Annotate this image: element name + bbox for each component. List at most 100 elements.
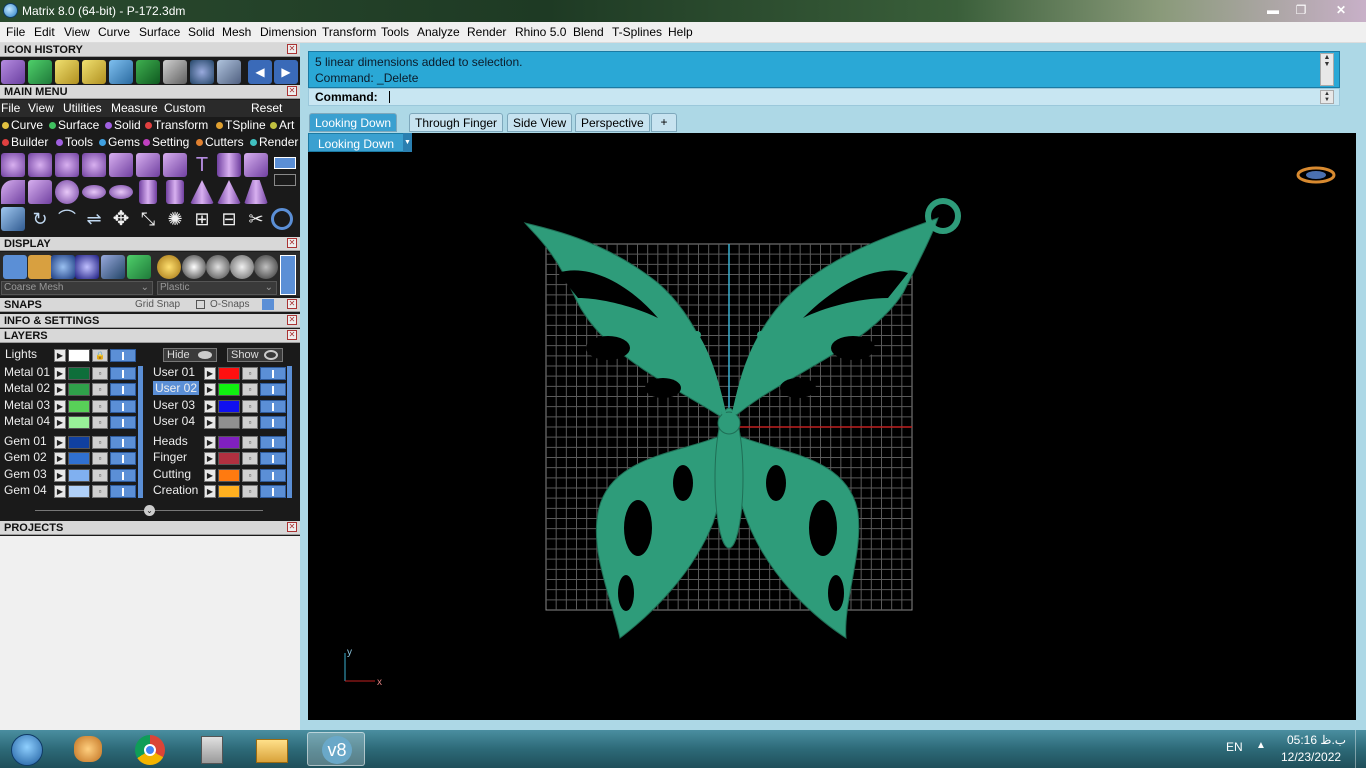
visibility-icon[interactable] [110,399,136,413]
layer-arrow-icon[interactable]: ▶ [54,367,66,380]
mirror-icon[interactable]: ⇌ [82,207,106,231]
scale-icon[interactable]: ⤡ [136,207,160,231]
mesh-select[interactable]: Coarse Mesh ⌄ [1,281,153,295]
layer-name[interactable]: User 02 [153,381,200,396]
layer-color-swatch[interactable] [218,452,240,466]
visibility-icon[interactable] [260,484,286,498]
menu-blend[interactable]: Blend [573,25,604,39]
layer-name[interactable]: Gem 04 [4,483,47,497]
lock-icon[interactable]: ▫ [92,399,108,413]
layer-name[interactable]: User 04 [153,414,195,428]
layer-color-swatch[interactable] [68,399,90,413]
layer-name[interactable]: Creation [153,483,198,497]
layer-name[interactable]: Gem 03 [4,467,47,481]
mm-builder[interactable]: Builder [2,135,48,149]
snaps-toggle-icon[interactable] [262,299,274,310]
split-icon[interactable]: ⊟ [217,207,241,231]
curve-points-icon[interactable] [28,153,52,177]
text-icon[interactable]: T [190,153,214,177]
menu-curve[interactable]: Curve [98,25,130,39]
lock-icon[interactable]: ▫ [92,367,108,380]
visibility-icon[interactable] [110,415,136,429]
taskbar-matrix[interactable]: v8 [307,732,365,766]
expand-icon[interactable]: ⌄ [144,505,155,516]
layer-color-swatch[interactable] [68,383,90,397]
tab-side-view[interactable]: Side View [507,113,573,132]
spheres-icon[interactable] [82,153,106,177]
visibility-icon[interactable] [110,484,136,498]
mm-view[interactable]: View [28,101,54,115]
mm-tspline[interactable]: TSpline [216,118,266,132]
menu-rhino[interactable]: Rhino 5.0 [515,25,566,39]
mm-render[interactable]: Render [250,135,298,149]
taskbar-calculator[interactable] [186,732,238,766]
layer-arrow-icon[interactable]: ▶ [54,349,66,362]
lock-icon[interactable]: ▫ [92,383,108,397]
chevron-up-icon[interactable]: ▲ [1256,740,1266,751]
mm-cutters[interactable]: Cutters [196,135,244,149]
ellipsoid-icon[interactable] [82,185,106,199]
close-icon[interactable]: ✕ [287,330,297,340]
taskbar-chrome[interactable] [124,732,176,766]
layer-color-swatch[interactable] [218,367,240,380]
cube-frame-icon[interactable] [136,153,160,177]
layer-name[interactable]: Metal 03 [4,398,50,412]
visibility-icon[interactable] [260,468,286,482]
mm-art[interactable]: Art [270,118,294,132]
command-prompt[interactable]: Command: ▲ ▼ [308,88,1340,106]
layer-arrow-icon[interactable]: ▶ [204,468,216,482]
forward-arrow-icon[interactable]: ▶ [274,60,298,84]
wireframe-icon[interactable] [3,255,27,279]
solid-box-icon[interactable] [28,180,52,204]
layer-color-swatch[interactable] [218,468,240,482]
menu-view[interactable]: View [64,25,90,39]
xray-icon[interactable] [101,255,125,279]
menu-surface[interactable]: Surface [139,25,180,39]
visibility-icon[interactable] [260,383,286,397]
menu-file[interactable]: File [6,25,25,39]
lock-icon[interactable]: ▫ [242,468,258,482]
info-settings-header[interactable]: INFO & SETTINGS ✕ [0,314,300,328]
curve-tool-icon[interactable]: ⌒ [55,207,79,231]
menu-help[interactable]: Help [668,25,693,39]
layer-arrow-icon[interactable]: ▶ [54,452,66,466]
layer-arrow-icon[interactable]: ▶ [204,367,216,380]
menu-tools[interactable]: Tools [381,25,409,39]
maximize-button[interactable]: ❐ [1290,2,1312,18]
show-button[interactable]: Show [227,348,283,362]
layer-name[interactable]: Heads [153,434,188,448]
array-icon[interactable] [1,207,25,231]
history-scrollbar[interactable]: ▲ ▼ [1320,53,1334,86]
back-arrow-icon[interactable]: ◀ [248,60,272,84]
visibility-icon[interactable] [260,415,286,429]
mm-setting[interactable]: Setting [143,135,189,149]
layer-arrow-icon[interactable]: ▶ [204,415,216,429]
tube-icon[interactable] [166,180,184,204]
layer-arrow-icon[interactable]: ▶ [204,383,216,397]
close-button[interactable]: ✕ [1330,2,1352,18]
minimize-button[interactable]: ▬ [1262,2,1284,18]
viewport[interactable]: Looking Down ▼ y x [308,133,1356,720]
visibility-icon[interactable] [260,436,286,449]
figure-icon[interactable] [244,153,268,177]
box-points-icon[interactable] [109,153,133,177]
rotate-icon[interactable]: ↻ [28,207,52,231]
layer-color-swatch[interactable] [218,383,240,397]
main-menu-header[interactable]: MAIN MENU ✕ [0,85,300,99]
tab-through-finger[interactable]: Through Finger [409,113,504,132]
layer-color-swatch[interactable] [68,452,90,466]
join-icon[interactable]: ⊞ [190,207,214,231]
layer-color-swatch[interactable] [218,415,240,429]
display-header[interactable]: DISPLAY ✕ [0,237,300,251]
lights-swatch[interactable] [68,349,90,362]
close-icon[interactable]: ✕ [287,299,297,309]
layer-arrow-icon[interactable]: ▶ [204,452,216,466]
mm-curve[interactable]: Curve [2,118,43,132]
layer-arrow-icon[interactable]: ▶ [54,436,66,449]
layer-name[interactable]: Metal 04 [4,414,50,428]
mm-measure[interactable]: Measure [111,101,158,115]
tab-perspective[interactable]: Perspective [575,113,650,132]
visibility-icon[interactable] [110,452,136,466]
tab-looking-down[interactable]: Looking Down [309,113,398,132]
move-icon[interactable]: ✥ [109,207,133,231]
